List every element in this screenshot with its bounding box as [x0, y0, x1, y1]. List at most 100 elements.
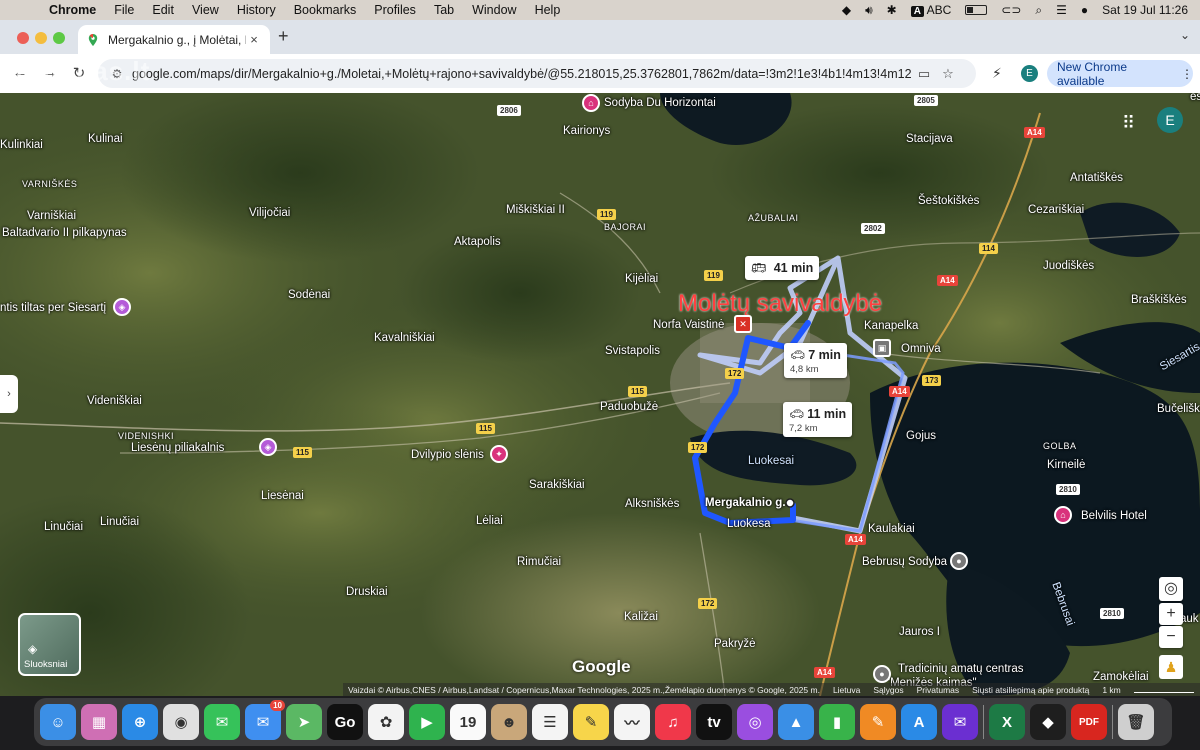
dock-app-numbers-icon[interactable]: ▮ [819, 704, 855, 740]
dock-app-binance-icon[interactable]: ◆ [1030, 704, 1066, 740]
map-label[interactable]: Miškiškiai II [506, 204, 565, 216]
map-label[interactable]: Jauros I [899, 626, 940, 638]
map-label[interactable]: Zamokėliai [1093, 671, 1149, 683]
dock-app-facetime-icon[interactable]: ▶ [409, 704, 445, 740]
dock-app-calendar-icon[interactable]: 19 [450, 704, 486, 740]
map-label[interactable]: VIDENISHKI [118, 431, 174, 441]
map-label[interactable]: Linučiai [100, 516, 139, 528]
dock-app-freeform-icon[interactable]: 〰 [614, 704, 650, 740]
menu-tab[interactable]: Tab [425, 3, 463, 17]
map-label[interactable]: Bebrusų Sodyba [862, 556, 947, 568]
lake-label[interactable]: Luokesai [748, 455, 794, 467]
menu-view[interactable]: View [183, 3, 228, 17]
map-label[interactable]: Lėliai [476, 515, 503, 527]
menu-file[interactable]: File [105, 3, 143, 17]
menu-help[interactable]: Help [526, 3, 570, 17]
map-label[interactable]: Varniškiai [27, 210, 76, 222]
map-label[interactable]: Kulinai [88, 133, 123, 145]
chrome-menu-icon[interactable]: ⋮ [1181, 67, 1193, 81]
dock-app-keynote-icon[interactable]: ▲ [778, 704, 814, 740]
dock-app-launchpad-icon[interactable]: ▦ [81, 704, 117, 740]
my-location-icon[interactable]: ◎ [1159, 577, 1183, 601]
profile-avatar[interactable]: E [1021, 65, 1038, 82]
map-label[interactable]: Alksniškės [625, 498, 679, 510]
map-label[interactable]: Kanapelka [864, 320, 918, 332]
map-label[interactable]: Sodėnai [288, 289, 330, 301]
bluetooth-icon[interactable]: ✱ [887, 3, 897, 17]
lodging-pin-icon[interactable]: ⌂ [582, 94, 600, 112]
map-label[interactable]: Videniškiai [87, 395, 142, 407]
hotel-pin-icon[interactable]: ⌂ [1054, 506, 1072, 524]
dock-app-music-icon[interactable]: ♫ [655, 704, 691, 740]
map-label[interactable]: Luokesa [727, 518, 770, 530]
tab-close-icon[interactable]: × [246, 32, 262, 47]
dock-app-yahoo-mail-icon[interactable]: ✉ [942, 704, 978, 740]
map-label[interactable]: Druskiai [346, 586, 388, 598]
status-app-icon[interactable]: ◆ [842, 3, 851, 17]
privacy-link[interactable]: Privatumas [917, 685, 960, 695]
map-label[interactable]: esai [1190, 93, 1200, 103]
map-label[interactable]: Kirneilė [1047, 459, 1085, 471]
map-label[interactable]: Kavalniškiai [374, 332, 435, 344]
account-avatar[interactable]: E [1157, 107, 1183, 133]
dock-app-go3-icon[interactable]: Go [327, 704, 363, 740]
dock-app-trash-icon[interactable]: 🗑 [1118, 704, 1154, 740]
parcel-locker-pin-icon[interactable]: ▣ [873, 339, 891, 357]
dock-app-maps-icon[interactable]: ➤ [286, 704, 322, 740]
battery-icon[interactable] [965, 5, 988, 15]
menu-window[interactable]: Window [463, 3, 525, 17]
map-label[interactable]: GOLBA [1043, 441, 1077, 451]
map-label[interactable]: Bučeliškės [1157, 403, 1200, 415]
address-bar[interactable]: ⚙ google.com/maps/dir/Mergakalnio+g./Mol… [98, 59, 976, 88]
map-label[interactable]: Omniva [901, 343, 941, 355]
control-center-icon[interactable]: ☰ [1056, 3, 1067, 17]
cast-icon[interactable]: ▭ [912, 66, 936, 82]
expand-side-panel-chevron-icon[interactable]: › [0, 375, 18, 413]
map-label-municipality[interactable]: Molėtų savivaldybė [678, 290, 882, 318]
new-chrome-available-button[interactable]: New Chrome available ⋮ [1047, 60, 1193, 88]
scale-label[interactable]: 1 km [1102, 685, 1120, 695]
menu-clock[interactable]: Sat 19 Jul 11:26 [1102, 3, 1188, 17]
dock-app-mail-icon[interactable]: ✉ 10 [245, 700, 285, 740]
close-window-button[interactable] [17, 32, 29, 44]
zoom-out-button[interactable]: − [1159, 626, 1183, 648]
dock-app-podcasts-icon[interactable]: ◎ [737, 704, 773, 740]
dock-app-safari-icon[interactable]: ⊕ [122, 704, 158, 740]
map-label[interactable]: Sarakiškiai [529, 479, 585, 491]
route-option-transit[interactable]: 🚌︎ 41 min [745, 256, 820, 280]
zoom-in-button[interactable]: + [1159, 603, 1183, 625]
map-label[interactable]: Kijėliai [625, 273, 658, 285]
terms-link[interactable]: Sąlygos [873, 685, 903, 695]
map-label[interactable]: Kairionys [563, 125, 610, 137]
spotlight-search-icon[interactable]: ⌕ [1035, 3, 1042, 18]
tab-google-maps[interactable]: Mergakalnio g., į Molėtai, Molė × [78, 25, 270, 54]
route-option-alternative[interactable]: 🚗︎ 11 min 7,2 km [783, 402, 853, 437]
dock-app-app-store-icon[interactable]: A [901, 704, 937, 740]
map-label[interactable]: Norfa Vaistinė [653, 319, 724, 331]
layers-button[interactable]: ◈ Sluoksniai [18, 613, 81, 676]
dock-app-chrome-icon[interactable]: ◉ [163, 704, 199, 740]
input-source-badge[interactable]: A [910, 6, 924, 17]
map-label[interactable]: VARNIŠKĖS [22, 179, 77, 189]
dock-app-pages-icon[interactable]: ✎ [860, 704, 896, 740]
dock-app-excel-icon[interactable]: X [989, 704, 1025, 740]
dock-app-finder-icon[interactable]: ☺ [40, 704, 76, 740]
tab-search-chevron-icon[interactable]: ⌄ [1180, 28, 1190, 42]
map-label[interactable]: Tradicinių amatų centras [898, 663, 1024, 675]
menu-edit[interactable]: Edit [143, 3, 183, 17]
map-label[interactable]: Pakryžė [714, 638, 756, 650]
dock-app-reminders-icon[interactable]: ☰ [532, 704, 568, 740]
map-label[interactable]: Šeštokiškės [918, 195, 979, 207]
menu-bookmarks[interactable]: Bookmarks [285, 3, 366, 17]
dock-app-notes-icon[interactable]: ✎ [573, 704, 609, 740]
map-canvas[interactable]: Kulinai VARNIŠKĖS Varniškiai Baltadvario… [0, 93, 1200, 696]
map-label[interactable]: Liesėnai [261, 490, 304, 502]
siri-icon[interactable]: ● [1081, 3, 1088, 17]
map-label[interactable]: Kaulakiai [868, 523, 915, 535]
attraction-pin-icon[interactable]: ◈ [259, 438, 277, 456]
bookmark-star-icon[interactable]: ☆ [936, 66, 960, 82]
destination-pin-icon[interactable]: ✕ [734, 315, 752, 333]
minimize-window-button[interactable] [35, 32, 47, 44]
map-label[interactable]: Paduobužė [600, 401, 658, 413]
route-option-fastest[interactable]: 🚗︎ 7 min 4,8 km [784, 343, 847, 378]
